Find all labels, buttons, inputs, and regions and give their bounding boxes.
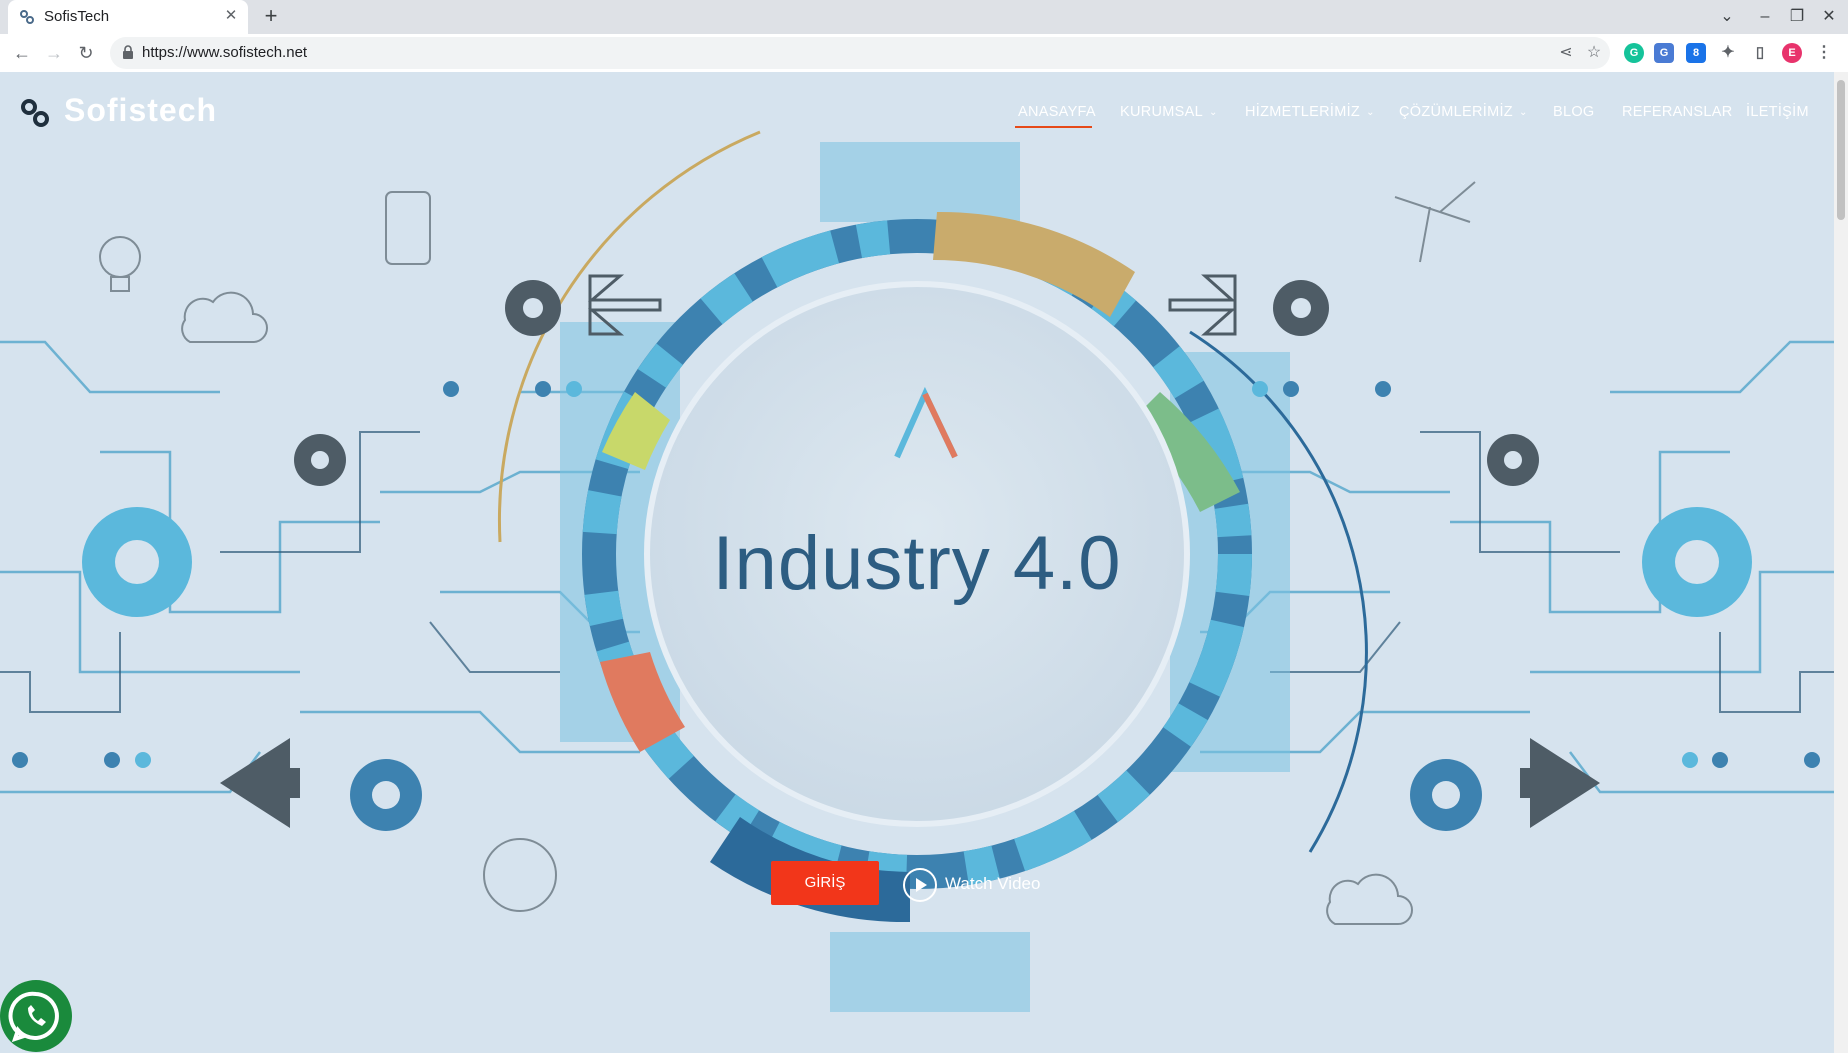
active-nav-underline [1015, 126, 1092, 128]
grammarly-extension-icon[interactable]: G [1624, 43, 1644, 63]
translate-extension-icon[interactable]: G [1654, 43, 1674, 63]
back-icon[interactable]: ← [8, 39, 36, 67]
nav-item-iletisim[interactable]: İLETİŞİM [1746, 104, 1809, 120]
profile-initial: E [1788, 47, 1796, 59]
browser-toolbar: ← → ↻ https://www.sofistech.net ⋖ ☆ G G … [0, 34, 1848, 73]
lock-icon [123, 45, 133, 59]
nav-item-hizmetlerimiz[interactable]: HİZMETLERİMİZ ⌄ [1245, 104, 1375, 120]
sofistech-favicon-icon [20, 10, 34, 24]
restore-icon[interactable]: ❐ [1784, 5, 1810, 29]
hero-headline: Industry 4.0 [712, 521, 1122, 606]
share-icon[interactable]: ⋖ [1556, 43, 1576, 63]
nav-label: KURUMSAL [1120, 104, 1203, 120]
chevron-down-icon: ⌄ [1518, 106, 1528, 118]
side-panel-icon[interactable]: ▯ [1750, 43, 1770, 63]
nav-item-cozumlerimiz[interactable]: ÇÖZÜMLERİMİZ ⌄ [1399, 104, 1528, 120]
scrollbar-thumb[interactable] [1837, 80, 1845, 220]
browser-tab[interactable]: SofisTech ✕ [8, 0, 248, 34]
nav-label: İLETİŞİM [1746, 104, 1809, 120]
extension-badge-icon[interactable]: 8 [1686, 43, 1706, 63]
chevron-down-icon: ⌄ [1208, 106, 1218, 118]
new-tab-button[interactable]: + [258, 3, 284, 29]
chevron-down-icon: ⌄ [1366, 106, 1375, 118]
browser-menu-icon[interactable]: ⋮ [1814, 43, 1834, 63]
web-page: Sofistech ANASAYFA KURUMSAL ⌄ HİZMETLERİM… [0, 72, 1834, 1053]
browser-tab-strip: SofisTech ✕ + ⌄ – ❐ ✕ [0, 0, 1848, 34]
window-close-icon[interactable]: ✕ [1816, 5, 1842, 29]
nav-label: HİZMETLERİMİZ [1245, 104, 1361, 120]
page-scrollbar[interactable] [1834, 72, 1848, 1053]
nav-label: BLOG [1553, 104, 1595, 120]
forward-icon[interactable]: → [40, 39, 68, 67]
whatsapp-icon[interactable] [0, 980, 72, 1052]
url-text: https://www.sofistech.net [142, 44, 308, 61]
whatsapp-glyph-icon [8, 991, 59, 1043]
nav-label: ÇÖZÜMLERİMİZ [1399, 104, 1513, 120]
nav-item-anasayfa[interactable]: ANASAYFA [1018, 104, 1096, 120]
extensions-puzzle-icon[interactable]: ✦ [1718, 43, 1738, 63]
tab-search-chevron-icon[interactable]: ⌄ [1714, 5, 1740, 29]
tab-close-icon[interactable]: ✕ [222, 7, 240, 25]
nav-item-blog[interactable]: BLOG [1553, 104, 1595, 120]
bookmark-star-icon[interactable]: ☆ [1584, 43, 1604, 63]
sofistech-logo-icon [21, 99, 49, 127]
profile-avatar[interactable]: E [1782, 43, 1802, 63]
play-circle-icon [903, 868, 937, 902]
watch-video-label: Watch Video [945, 874, 1041, 893]
minimize-icon[interactable]: – [1752, 5, 1778, 29]
address-bar[interactable]: https://www.sofistech.net ⋖ ☆ [110, 37, 1610, 69]
extension-badge-count: 8 [1692, 47, 1700, 59]
nav-item-kurumsal[interactable]: KURUMSAL ⌄ [1120, 104, 1218, 120]
logo-text: Sofistech [64, 92, 218, 128]
nav-item-referanslar[interactable]: REFERANSLAR [1622, 104, 1732, 120]
reload-icon[interactable]: ↻ [72, 39, 100, 67]
nav-label: ANASAYFA [1018, 104, 1096, 120]
giris-button[interactable]: GİRİŞ [771, 861, 879, 905]
tab-title: SofisTech [44, 8, 110, 25]
nav-label: REFERANSLAR [1622, 104, 1733, 120]
